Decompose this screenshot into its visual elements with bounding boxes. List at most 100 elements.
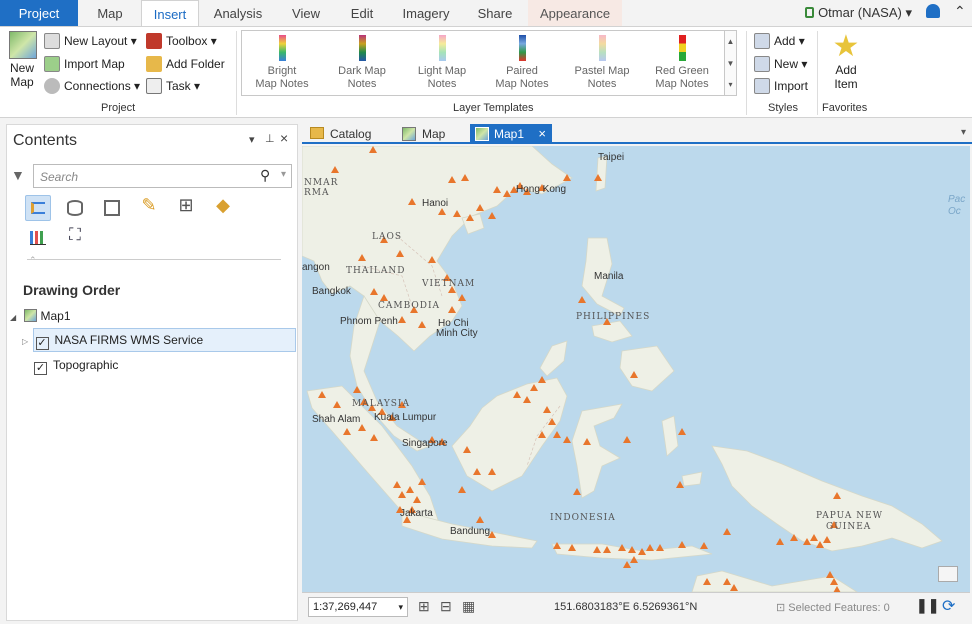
template-dark-map-notes[interactable]: Dark Map Notes bbox=[322, 33, 402, 91]
task-button[interactable]: Task ▾ bbox=[146, 78, 200, 94]
toolbox-button[interactable]: Toolbox ▾ bbox=[146, 33, 217, 49]
map-label-jakarta: Jakarta bbox=[400, 508, 433, 519]
new-style-label: New bbox=[774, 57, 799, 71]
tab-appearance[interactable]: Appearance bbox=[528, 0, 622, 26]
search-icon[interactable]: ⚲ bbox=[260, 167, 270, 184]
list-by-selection-icon[interactable] bbox=[99, 195, 125, 221]
pause-drawing-icon[interactable]: ❚❚ bbox=[916, 597, 939, 614]
search-input[interactable]: Search bbox=[33, 164, 292, 188]
layer-visibility-checkbox[interactable]: ✓ bbox=[35, 337, 49, 350]
fire-marker bbox=[676, 481, 684, 488]
collapse-ribbon-icon[interactable]: ⌃ bbox=[954, 3, 966, 20]
layer-topographic[interactable]: ✓ Topographic bbox=[34, 358, 118, 375]
list-by-editing-icon[interactable]: ✎ bbox=[136, 195, 162, 221]
template-red-green-map-notes[interactable]: Red Green Map Notes bbox=[642, 33, 722, 91]
tab-overflow-icon[interactable]: ▾ bbox=[961, 127, 966, 138]
map-node[interactable]: ◢ Map1 bbox=[10, 309, 71, 323]
map-node-label: Map1 bbox=[40, 309, 71, 323]
scale-selector[interactable]: 1:37,269,447 ▾ bbox=[308, 597, 408, 617]
pin-icon[interactable]: ⊥ bbox=[265, 132, 275, 145]
map-label-bangkok: Bangkok bbox=[312, 286, 351, 297]
close-tab-icon[interactable]: × bbox=[538, 124, 546, 144]
list-by-charts-icon[interactable] bbox=[25, 225, 51, 251]
tab-imagery[interactable]: Imagery bbox=[392, 0, 460, 26]
filter-icon[interactable]: ▼ bbox=[11, 167, 25, 183]
map-label-phnom-penh: Phnom Penh bbox=[340, 316, 398, 327]
gallery-scrollbar[interactable]: ▲ ▼ ▾ bbox=[725, 30, 737, 96]
user-menu[interactable]: Otmar (NASA) ▾ bbox=[805, 5, 912, 21]
fire-marker bbox=[473, 468, 481, 475]
fire-marker bbox=[418, 478, 426, 485]
fire-marker bbox=[523, 396, 531, 403]
scroll-down-icon[interactable]: ▼ bbox=[725, 53, 736, 75]
list-by-drawing-order-icon[interactable] bbox=[25, 195, 51, 221]
import-map-button[interactable]: Import Map bbox=[44, 56, 125, 72]
expand-arrow-icon[interactable]: ▷ bbox=[22, 337, 28, 346]
layer-visibility-checkbox[interactable]: ✓ bbox=[34, 362, 47, 375]
map-view[interactable]: Taipei Hong Kong Hanoi NMAR RMA LAOS THA… bbox=[302, 146, 970, 592]
fire-marker bbox=[398, 316, 406, 323]
new-layout-button[interactable]: New Layout ▾ bbox=[44, 33, 137, 49]
new-style-button[interactable]: New ▾ bbox=[754, 56, 807, 72]
refresh-icon[interactable]: ⟳ bbox=[942, 596, 955, 616]
map-label-vietnam: VIETNAM bbox=[422, 279, 476, 289]
expand-gallery-icon[interactable]: ▾ bbox=[725, 75, 736, 95]
list-by-snapping-icon[interactable]: ⊞ bbox=[173, 195, 199, 221]
tab-label: Map1 bbox=[494, 127, 525, 141]
fire-marker bbox=[618, 544, 626, 551]
connections-button[interactable]: Connections ▾ bbox=[44, 78, 140, 94]
style-add-icon bbox=[754, 33, 770, 49]
import-style-button[interactable]: Import bbox=[754, 78, 808, 94]
map-label-cambodia: CAMBODIA bbox=[378, 301, 441, 311]
tab-map[interactable]: Map bbox=[84, 0, 136, 26]
template-pastel-map-notes[interactable]: Pastel Map Notes bbox=[562, 33, 642, 91]
map-label-laos: LAOS bbox=[372, 232, 403, 242]
map-label-guinea: GUINEA bbox=[826, 522, 872, 532]
search-options-icon[interactable]: ▾ bbox=[281, 169, 286, 180]
new-map-button[interactable]: New Map bbox=[5, 31, 41, 89]
tab-view[interactable]: View bbox=[278, 0, 334, 26]
fire-marker bbox=[563, 436, 571, 443]
pane-options-icon[interactable]: ▾ bbox=[249, 133, 255, 146]
add-folder-button[interactable]: Add Folder bbox=[146, 56, 225, 72]
style-new-icon bbox=[754, 56, 770, 72]
tab-analysis[interactable]: Analysis bbox=[204, 0, 272, 26]
separator bbox=[236, 31, 237, 115]
template-label: Bright bbox=[267, 65, 297, 77]
template-swatch-icon bbox=[358, 35, 366, 61]
tab-insert[interactable]: Insert bbox=[141, 0, 199, 27]
list-by-perspective-icon[interactable]: ⛶ bbox=[62, 225, 88, 251]
fire-marker bbox=[553, 431, 561, 438]
tab-map1[interactable]: Map1 × bbox=[470, 124, 552, 144]
template-paired-map-notes[interactable]: Paired Map Notes bbox=[482, 33, 562, 91]
template-bright-map-notes[interactable]: Bright Map Notes bbox=[242, 33, 322, 91]
separator bbox=[817, 31, 818, 115]
fire-marker bbox=[466, 214, 474, 221]
table-icon[interactable]: ▦ bbox=[462, 598, 475, 615]
fire-marker bbox=[380, 294, 388, 301]
add-style-button[interactable]: Add ▾ bbox=[754, 33, 805, 49]
list-by-labeling-icon[interactable]: ◆ bbox=[210, 195, 236, 221]
notification-icon[interactable] bbox=[926, 4, 940, 18]
tab-share[interactable]: Share bbox=[466, 0, 524, 26]
fire-marker bbox=[543, 406, 551, 413]
tab-map-view[interactable]: Map bbox=[398, 124, 460, 144]
layer-nasa-firms[interactable]: ▷ ✓ NASA FIRMS WMS Service bbox=[22, 333, 203, 350]
map-label-yangon: angon bbox=[302, 262, 330, 273]
grid-icon[interactable]: ⊟ bbox=[440, 598, 452, 615]
fire-marker bbox=[833, 492, 841, 499]
tab-catalog[interactable]: Catalog bbox=[306, 124, 388, 144]
tab-project[interactable]: Project bbox=[0, 0, 78, 26]
list-by-data-source-icon[interactable] bbox=[62, 195, 88, 221]
collapse-arrow-icon[interactable]: ◢ bbox=[10, 313, 16, 322]
add-item-button[interactable]: ★ Add Item bbox=[825, 31, 867, 92]
scroll-up-icon[interactable]: ▲ bbox=[725, 31, 736, 53]
selected-features-label: Selected Features: 0 bbox=[788, 602, 890, 614]
map-notes-icon[interactable] bbox=[938, 566, 958, 582]
fire-marker bbox=[823, 536, 831, 543]
template-light-map-notes[interactable]: Light Map Notes bbox=[402, 33, 482, 91]
template-label: Paired bbox=[506, 65, 538, 77]
tab-edit[interactable]: Edit bbox=[336, 0, 388, 26]
close-icon[interactable]: × bbox=[280, 130, 288, 146]
snapping-icon[interactable]: ⊞ bbox=[418, 598, 430, 615]
